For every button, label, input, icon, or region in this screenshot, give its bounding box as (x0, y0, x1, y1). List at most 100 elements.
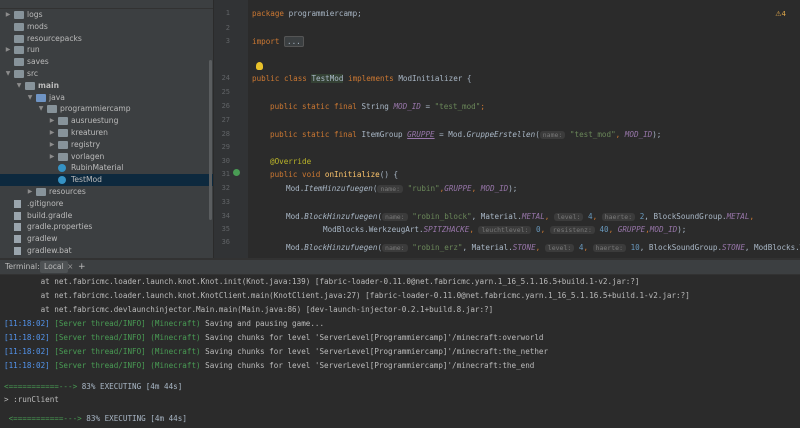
tree-item-ausruestung[interactable]: ▶ ausruestung (0, 115, 213, 127)
tree-item-label: vorlagen (71, 151, 105, 161)
folder-icon (14, 34, 24, 43)
lightbulb-icon[interactable] (256, 62, 263, 70)
add-terminal-icon[interactable]: + (78, 260, 86, 274)
tree-item-label: gradlew (27, 234, 58, 244)
line-number: 2 (225, 24, 230, 32)
param-hint: level: (544, 244, 575, 252)
collapse-arrow-icon[interactable]: ▶ (4, 44, 12, 56)
tree-item-label: TestMod (71, 175, 102, 185)
progress-line: <===========---> 83% EXECUTING [4m 44s] (4, 382, 183, 391)
terminal-line: [11:18:02] [Server thread/INFO] (Minecra… (4, 333, 544, 342)
collapse-arrow-icon[interactable]: ▶ (48, 151, 56, 163)
sidebar-scrollbar[interactable] (209, 60, 212, 220)
tree-item-resources[interactable]: ▶ resources (0, 186, 213, 198)
tree-item-testmod[interactable]: TestMod (0, 174, 213, 186)
code-line-34: Mod.BlockHinzufuegen(name: "robin_block"… (286, 212, 755, 221)
tree-item-label: .gitignore (27, 198, 64, 208)
code-line-37: Mod.BlockHinzufuegen(name: "robin_erz", … (286, 243, 800, 252)
line-number: 36 (221, 238, 230, 246)
tree-item-label: resourcepacks (27, 33, 82, 43)
expand-arrow-icon[interactable]: ▼ (37, 103, 45, 115)
package-icon (58, 152, 68, 161)
expand-arrow-icon[interactable]: ▼ (4, 68, 12, 80)
project-tree: ▶ logs mods resourcepacks ▶ run saves ▼ src ▼ main… (0, 9, 213, 257)
tree-item-main[interactable]: ▼ main (0, 80, 213, 92)
tree-item-label: logs (27, 10, 43, 19)
param-hint: level: (553, 213, 584, 221)
class-icon (58, 176, 66, 185)
tree-item-label: src (27, 68, 39, 78)
code-line-28: public static final ItemGroup GRUPPE = M… (270, 130, 662, 139)
file-icon (14, 223, 21, 232)
tree-item-gitignore[interactable]: .gitignore (0, 198, 213, 210)
collapse-arrow-icon[interactable]: ▶ (48, 115, 56, 127)
param-hint: name: (539, 131, 566, 139)
tree-item-gradlew[interactable]: gradlew (0, 233, 213, 245)
project-sidebar: ▶ logs mods resourcepacks ▶ run saves ▼ src ▼ main… (0, 0, 213, 258)
terminal-line: [11:18:02] [Server thread/INFO] (Minecra… (4, 361, 535, 370)
tree-item-run[interactable]: ▶ run (0, 44, 213, 56)
override-gutter-icon[interactable] (233, 169, 240, 176)
tree-item-label: kreaturen (71, 127, 108, 137)
tree-item-mods[interactable]: mods (0, 21, 213, 33)
package-icon (58, 140, 68, 149)
tree-item-gradlew-bat[interactable]: gradlew.bat (0, 245, 213, 257)
tree-item-java[interactable]: ▼ java (0, 92, 213, 104)
tree-item-label: ausruestung (71, 116, 119, 126)
tree-item-label: build.gradle (27, 210, 73, 220)
tree-item-label: gradle.properties (27, 222, 93, 232)
command-line: > :runClient (4, 395, 59, 404)
param-hint: resistenz: (549, 226, 595, 234)
line-number: 1 (225, 9, 230, 17)
param-hint: leuchtlevel: (478, 226, 532, 234)
terminal-line: at net.fabricmc.loader.launch.knot.KnotC… (4, 291, 690, 300)
package-icon (47, 105, 57, 114)
param-hint: name: (382, 213, 408, 221)
collapse-arrow-icon[interactable]: ▶ (48, 139, 56, 151)
tree-item-saves[interactable]: saves (0, 56, 213, 68)
tree-item-vorlagen[interactable]: ▶ vorlagen (0, 151, 213, 163)
close-tab-icon[interactable]: × (67, 260, 73, 274)
file-icon (14, 235, 21, 244)
collapse-arrow-icon[interactable]: ▶ (48, 127, 56, 139)
tree-item-registry[interactable]: ▶ registry (0, 139, 213, 151)
tree-item-kreaturen[interactable]: ▶ kreaturen (0, 127, 213, 139)
code-line-3: import ... (252, 36, 304, 47)
terminal-line: [11:18:02] [Server thread/INFO] (Minecra… (4, 347, 549, 356)
warnings-indicator[interactable]: ⚠4 (775, 10, 786, 18)
tree-item-build-gradle[interactable]: build.gradle (0, 210, 213, 222)
code-line-26: public static final String MOD_ID = "tes… (270, 102, 485, 111)
folder-icon (14, 69, 24, 78)
class-icon (58, 164, 66, 173)
line-number: 31 (221, 170, 230, 178)
tree-item-rubinmaterial[interactable]: RubinMaterial (0, 162, 213, 174)
terminal-tab-local[interactable]: Local (40, 261, 68, 273)
tree-item-label: mods (27, 21, 48, 31)
code-line-30: @Override (270, 157, 312, 166)
terminal-toolbar: Terminal: Local × + (0, 260, 800, 275)
folder-icon (25, 81, 35, 90)
tree-item-label: programmiercamp (60, 104, 131, 114)
terminal-title: Terminal: (5, 262, 40, 271)
folder-icon (14, 22, 24, 31)
terminal-output[interactable]: at net.fabricmc.loader.launch.knot.Knot.… (0, 275, 800, 428)
line-number: 24 (221, 74, 230, 82)
expand-arrow-icon[interactable]: ▼ (15, 80, 23, 92)
code-line-1: package programmiercamp; (252, 9, 362, 18)
package-icon (58, 117, 68, 126)
tree-item-gradle-properties[interactable]: gradle.properties (0, 221, 213, 233)
fold-placeholder[interactable]: ... (284, 36, 304, 47)
collapse-arrow-icon[interactable]: ▶ (4, 9, 12, 21)
terminal-line: at net.fabricmc.loader.launch.knot.Knot.… (4, 277, 640, 286)
tree-item-programmiercamp[interactable]: ▼ programmiercamp (0, 103, 213, 115)
tree-item-resourcepacks[interactable]: resourcepacks (0, 33, 213, 45)
line-number: 25 (221, 88, 230, 96)
param-hint: haerte: (592, 244, 626, 252)
folder-icon (14, 58, 24, 67)
collapse-arrow-icon[interactable]: ▶ (26, 186, 34, 198)
tree-item-src[interactable]: ▼ src (0, 68, 213, 80)
line-number: 29 (221, 143, 230, 151)
line-number: 34 (221, 212, 230, 220)
expand-arrow-icon[interactable]: ▼ (26, 92, 34, 104)
tree-item-logs[interactable]: ▶ logs (0, 9, 213, 21)
